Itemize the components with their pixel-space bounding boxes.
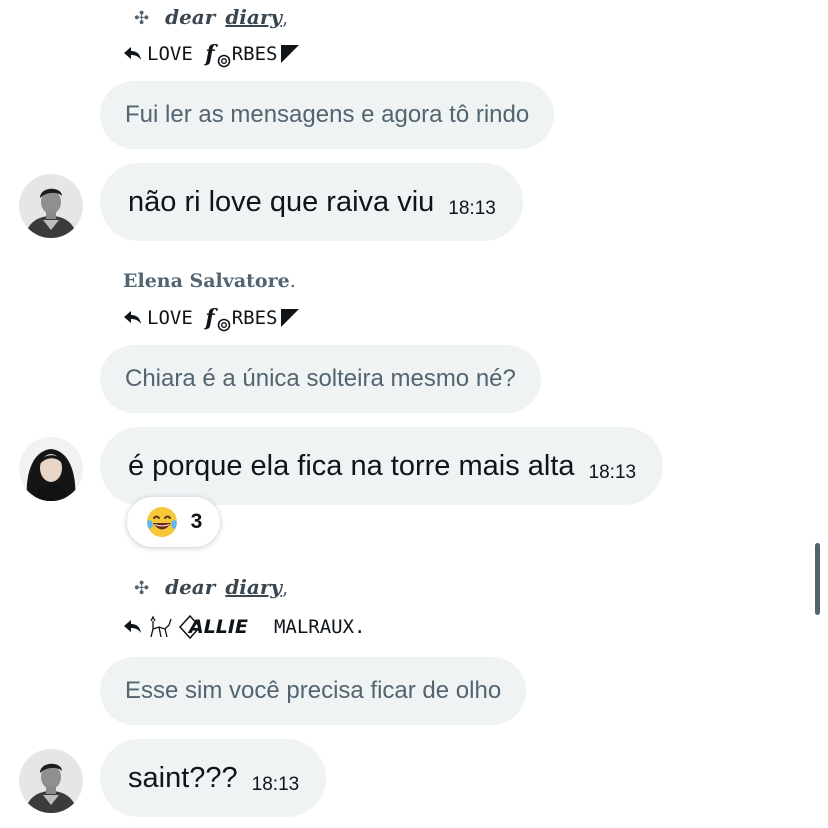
reaction-badge[interactable]: 3 bbox=[127, 497, 220, 547]
corner-triangle-icon bbox=[279, 43, 301, 65]
replying-to-line[interactable]: ALLIE MALRAUX. bbox=[123, 612, 365, 642]
message-text: não ri love que raiva viu bbox=[128, 185, 435, 218]
message-time: 18:13 bbox=[448, 198, 496, 219]
message-bubble[interactable]: saint??? 18:13 bbox=[100, 739, 327, 817]
message-time: 18:13 bbox=[251, 774, 300, 795]
avatar[interactable] bbox=[19, 437, 83, 501]
message-text: saint??? bbox=[128, 761, 238, 794]
reply-arrow-icon bbox=[123, 309, 143, 327]
laughing-tears-emoji-icon bbox=[145, 505, 179, 539]
spiral-o-icon bbox=[217, 311, 231, 332]
avatar[interactable] bbox=[19, 749, 83, 813]
reply-context-name: ✣ dear diary, bbox=[134, 575, 289, 599]
reply-context-name: Elena Salvatore. bbox=[123, 270, 296, 292]
cross-icon: ✣ bbox=[134, 578, 150, 599]
replying-to-line[interactable]: LOVE f RBES bbox=[123, 303, 301, 333]
message-bubble[interactable]: não ri love que raiva viu 18:13 bbox=[100, 163, 523, 241]
cat-icon bbox=[147, 615, 173, 639]
quoted-message[interactable]: Esse sim você precisa ficar de olho bbox=[100, 657, 527, 725]
message-text: é porque ela fica na torre mais alta bbox=[128, 449, 575, 482]
message-time: 18:13 bbox=[588, 462, 637, 483]
quoted-message[interactable]: Fui ler as mensagens e agora tô rindo bbox=[100, 81, 555, 149]
spiral-o-icon bbox=[217, 47, 231, 68]
reply-arrow-icon bbox=[123, 45, 143, 63]
scrollbar[interactable] bbox=[815, 543, 820, 615]
reaction-count: 3 bbox=[190, 510, 203, 533]
quoted-message[interactable]: Chiara é a única solteira mesmo né? bbox=[100, 345, 541, 413]
cross-icon: ✣ bbox=[134, 8, 150, 29]
corner-triangle-icon bbox=[279, 307, 301, 329]
message-bubble[interactable]: é porque ela fica na torre mais alta 18:… bbox=[100, 427, 664, 505]
reply-context-name: ✣ dear diary, bbox=[134, 5, 289, 29]
replying-to-line[interactable]: LOVE f RBES bbox=[123, 39, 301, 69]
avatar[interactable] bbox=[19, 174, 83, 238]
reply-arrow-icon bbox=[123, 618, 143, 636]
